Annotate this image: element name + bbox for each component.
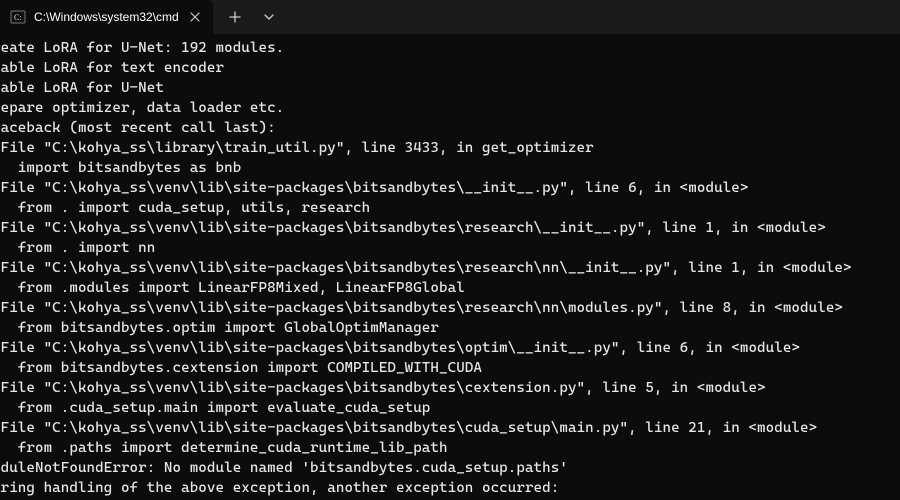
terminal-line: from .modules import LinearFP8Mixed, Lin…	[0, 278, 900, 298]
terminal-line: File "C:\kohya_ss\venv\lib\site-packages…	[0, 418, 900, 438]
terminal-line: oduleNotFoundError: No module named 'bit…	[0, 458, 900, 478]
titlebar-spacer[interactable]	[285, 0, 900, 34]
terminal-line: repare optimizer, data loader etc.	[0, 98, 900, 118]
terminal-line: import bitsandbytes as bnb	[0, 158, 900, 178]
terminal-line: File "C:\kohya_ss\venv\lib\site-packages…	[0, 378, 900, 398]
terminal-line: from .cuda_setup.main import evaluate_cu…	[0, 398, 900, 418]
svg-text:C:: C:	[14, 13, 22, 22]
tab-title: C:\Windows\system32\cmd	[34, 10, 179, 24]
terminal-line: nable LoRA for text encoder	[0, 58, 900, 78]
terminal-line: File "C:\kohya_ss\venv\lib\site-packages…	[0, 298, 900, 318]
terminal-line: File "C:\kohya_ss\venv\lib\site-packages…	[0, 178, 900, 198]
terminal-line: from .paths import determine_cuda_runtim…	[0, 438, 900, 458]
terminal-line: from bitsandbytes.cextension import COMP…	[0, 358, 900, 378]
cmd-icon: C:	[10, 9, 26, 25]
terminal-line: raceback (most recent call last):	[0, 118, 900, 138]
tab-dropdown-button[interactable]	[253, 3, 285, 31]
terminal-line: File "C:\kohya_ss\library\train_util.py"…	[0, 138, 900, 158]
tab-actions	[213, 0, 285, 34]
terminal-line: from . import nn	[0, 238, 900, 258]
new-tab-button[interactable]	[219, 3, 251, 31]
terminal-line: File "C:\kohya_ss\venv\lib\site-packages…	[0, 338, 900, 358]
terminal-output[interactable]: reate LoRA for U-Net: 192 modules.nable …	[0, 34, 900, 500]
titlebar: C: C:\Windows\system32\cmd	[0, 0, 900, 34]
terminal-line: reate LoRA for U-Net: 192 modules.	[0, 38, 900, 58]
terminal-line: File "C:\kohya_ss\venv\lib\site-packages…	[0, 218, 900, 238]
close-icon[interactable]	[187, 9, 203, 25]
terminal-line: from bitsandbytes.optim import GlobalOpt…	[0, 318, 900, 338]
terminal-line: uring handling of the above exception, a…	[0, 478, 900, 498]
terminal-line: File "C:\kohya_ss\venv\lib\site-packages…	[0, 258, 900, 278]
terminal-line: nable LoRA for U-Net	[0, 78, 900, 98]
tab-active[interactable]: C: C:\Windows\system32\cmd	[0, 0, 213, 34]
terminal-line: from . import cuda_setup, utils, researc…	[0, 198, 900, 218]
